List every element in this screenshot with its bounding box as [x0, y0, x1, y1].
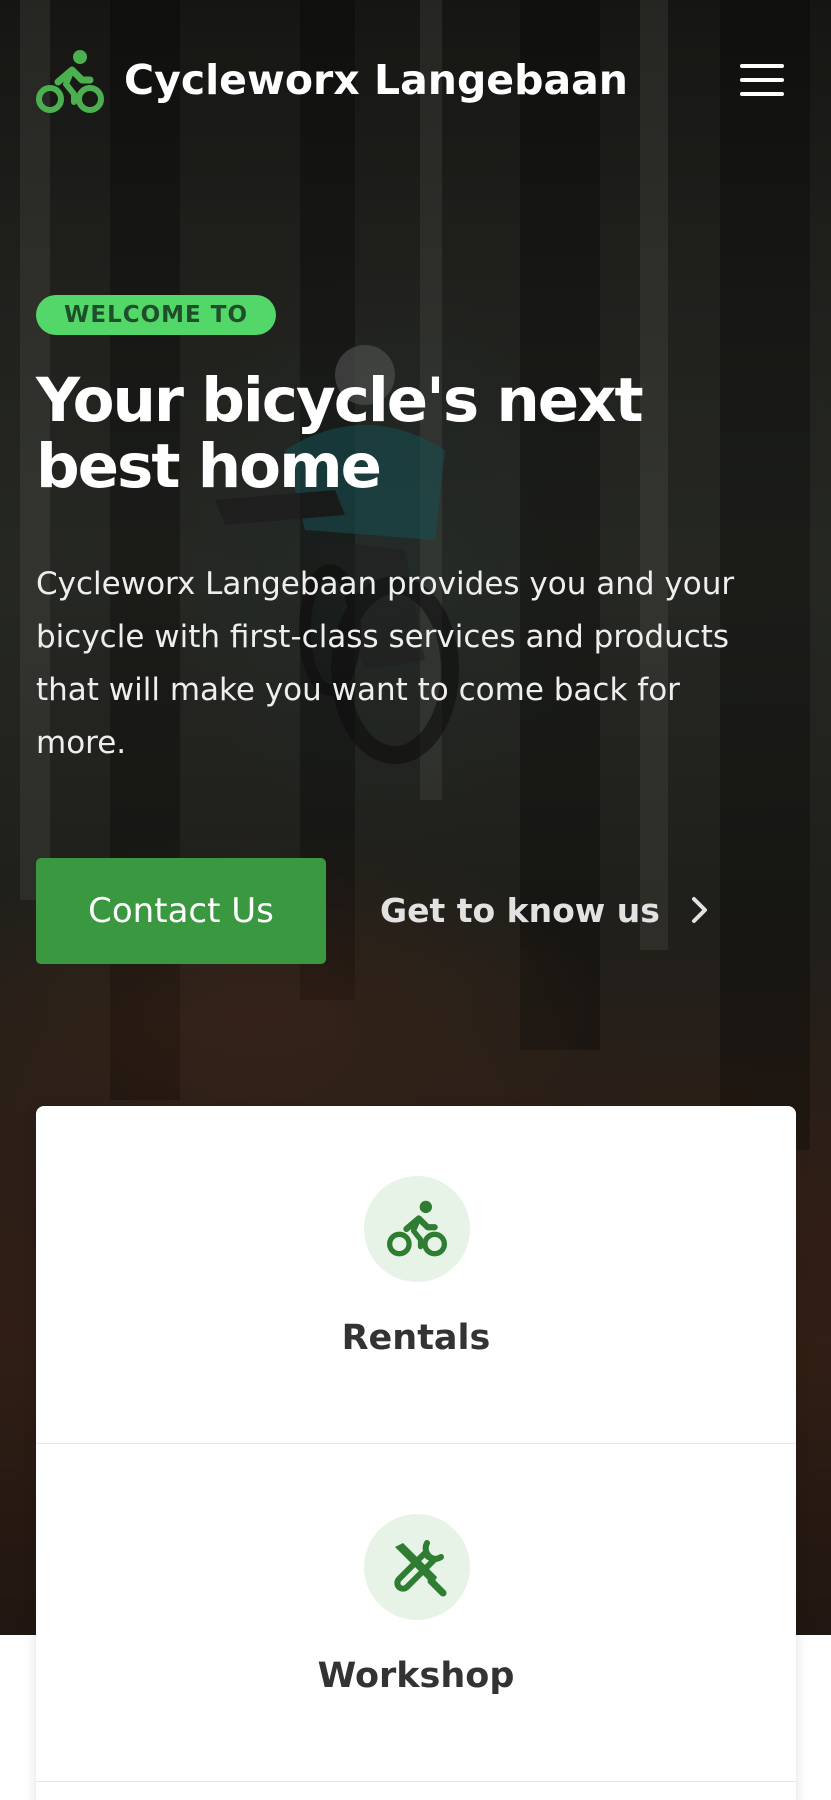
brand-name[interactable]: Cycleworx Langebaan — [124, 56, 628, 104]
service-title: Workshop — [317, 1656, 515, 1696]
hamburger-menu-icon[interactable] — [740, 64, 788, 104]
cyclist-icon — [387, 1200, 447, 1257]
services-panel: Rentals Workshop — [36, 1106, 796, 1800]
cyclist-icon[interactable] — [36, 50, 104, 114]
hero-headline: Your bicycle's next best home — [36, 365, 644, 502]
get-to-know-us-label: Get to know us — [380, 891, 660, 930]
rentals-icon-circle — [364, 1176, 470, 1282]
hero-lead: Cycleworx Langebaan provides you and you… — [36, 566, 735, 761]
contact-us-button[interactable]: Contact Us — [36, 858, 326, 964]
service-card-workshop[interactable]: Workshop — [36, 1444, 796, 1782]
tools-icon — [394, 1540, 447, 1597]
get-to-know-us-link[interactable]: Get to know us — [380, 885, 709, 939]
service-title: Rentals — [341, 1318, 491, 1358]
welcome-badge: WELCOME TO — [36, 295, 277, 335]
chevron-right-icon — [691, 887, 709, 939]
service-card-rentals[interactable]: Rentals — [36, 1106, 796, 1444]
workshop-icon-circle — [364, 1514, 470, 1620]
site-header: Cycleworx Langebaan — [0, 0, 831, 170]
